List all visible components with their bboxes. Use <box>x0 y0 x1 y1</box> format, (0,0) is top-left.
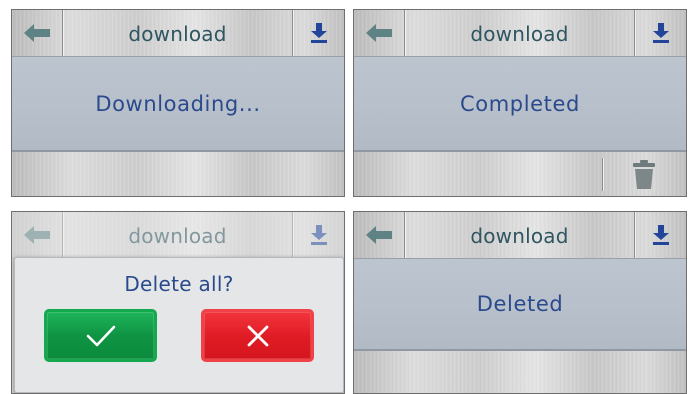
page-title: download <box>128 22 227 46</box>
status-message: Completed <box>354 57 686 152</box>
footer-bar <box>12 152 344 196</box>
confirm-button[interactable] <box>44 309 157 362</box>
arrow-left-icon <box>366 226 392 244</box>
footer-bar <box>354 354 686 393</box>
download-icon <box>652 225 669 245</box>
status-message: Downloading... <box>12 57 344 152</box>
page-title: download <box>470 224 569 248</box>
back-button[interactable] <box>354 212 405 258</box>
screen-deleted: download Deleted <box>353 211 687 394</box>
download-icon <box>652 23 669 43</box>
check-icon <box>86 325 115 346</box>
arrow-left-icon <box>366 24 392 42</box>
header-bar: download <box>354 10 686 57</box>
back-button[interactable] <box>354 10 405 56</box>
header-bar: download <box>354 212 686 259</box>
delete-all-button[interactable] <box>602 152 686 196</box>
download-button[interactable] <box>292 10 344 56</box>
header-bar: download <box>12 10 344 57</box>
download-button[interactable] <box>634 10 686 56</box>
status-message: Deleted <box>354 259 686 351</box>
x-icon <box>247 325 268 346</box>
download-icon <box>310 23 327 43</box>
screen-completed: download Completed <box>353 9 687 197</box>
footer-divider <box>602 158 603 191</box>
cancel-button[interactable] <box>201 309 314 362</box>
screen-delete-confirm: download Delete all? <box>11 211 345 394</box>
footer-bar <box>354 152 686 196</box>
page-title: download <box>470 22 569 46</box>
download-button[interactable] <box>634 212 686 258</box>
confirm-dialog: Delete all? <box>14 257 344 393</box>
screen-downloading: download Downloading... <box>11 9 345 197</box>
arrow-left-icon <box>24 24 50 42</box>
trash-icon <box>633 159 655 189</box>
back-button[interactable] <box>12 10 63 56</box>
dialog-title: Delete all? <box>124 272 234 296</box>
